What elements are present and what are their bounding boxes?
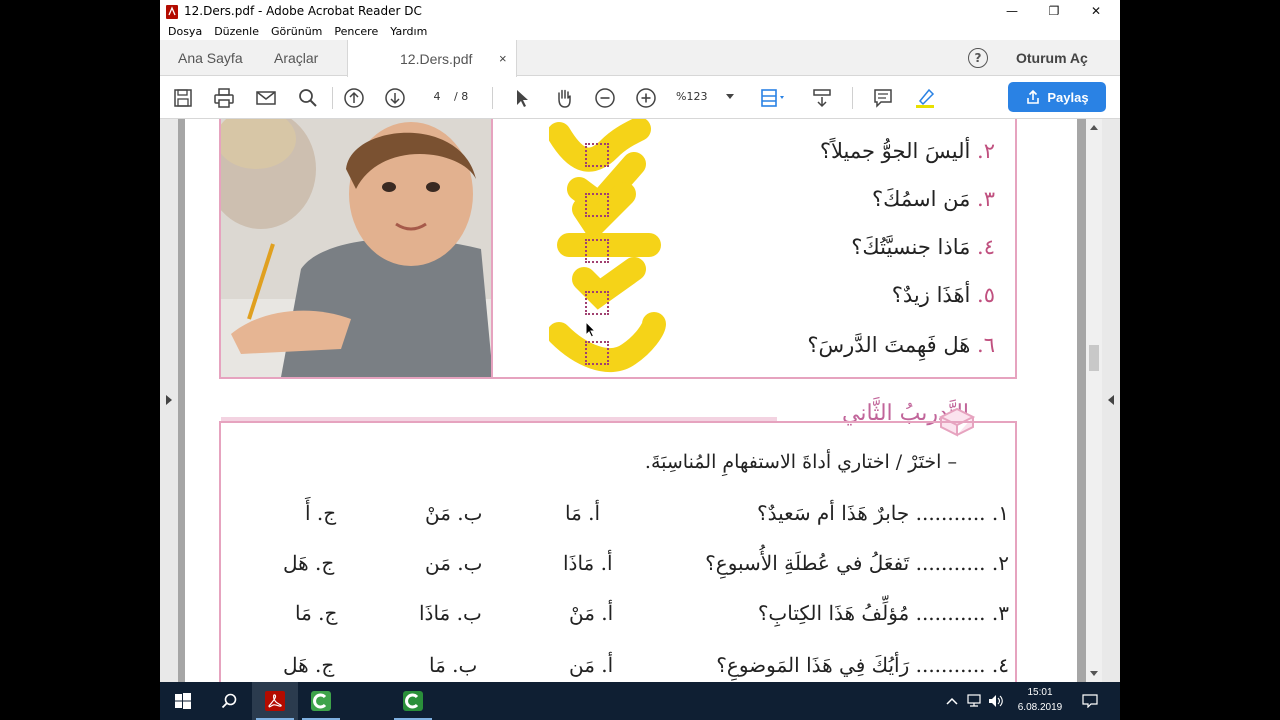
exercise2-instruction: – اختَرْ / اختاري أداةَ الاستفهامِ المُن… (644, 451, 957, 473)
chevron-up-icon[interactable] (944, 693, 960, 709)
toolbar: 4 / 8 %123 Paylaş (160, 77, 1120, 119)
tab-bar: Ana Sayfa Araçlar 12.Ders.pdf × ? Oturum… (160, 40, 1120, 77)
system-clock[interactable]: 15:01 6.08.2019 (1014, 685, 1066, 715)
tab-document[interactable]: 12.Ders.pdf × (347, 40, 517, 77)
vertical-scrollbar[interactable] (1086, 119, 1102, 682)
option-c: ج. هَل (283, 551, 335, 575)
taskbar: 15:01 6.08.2019 (160, 682, 1120, 720)
exercise2-question: ٢. ........... تَفعَلُ في عُطلَةِ الأُسب… (705, 551, 1009, 575)
window-title: 12.Ders.pdf - Adobe Acrobat Reader DC (184, 4, 422, 18)
left-pane-toggle[interactable] (160, 119, 178, 682)
clock-date: 6.08.2019 (1017, 702, 1063, 713)
camtasia-recorder-icon[interactable] (390, 682, 436, 720)
question-line: ٤. مَاذا جنسيَّتُكَ؟ (851, 235, 995, 259)
sign-in-button[interactable]: Oturum Aç (1016, 40, 1088, 76)
right-pane-toggle[interactable] (1102, 119, 1120, 682)
answer-checkbox[interactable] (585, 341, 609, 365)
option-c: ج. مَا (295, 601, 338, 625)
share-label: Paylaş (1047, 89, 1089, 105)
zoom-out-icon[interactable] (593, 86, 617, 110)
menu-edit[interactable]: Düzenle (214, 25, 259, 38)
tab-close-button[interactable]: × (499, 51, 507, 66)
toolbar-separator (852, 87, 853, 109)
option-b: ب. مَن (425, 551, 483, 575)
pdf-page: ٢. أليسَ الجوُّ جميلاً؟ ٣. مَن اسمُكَ؟ ٤… (185, 119, 1077, 682)
share-button[interactable]: Paylaş (1008, 82, 1106, 112)
answer-checkbox[interactable] (585, 239, 609, 263)
mail-icon[interactable] (254, 86, 278, 110)
highlight-icon[interactable] (913, 86, 937, 110)
tab-tools[interactable]: Araçlar (274, 40, 318, 76)
select-icon[interactable] (510, 86, 534, 110)
print-icon[interactable] (212, 86, 236, 110)
save-icon[interactable] (171, 86, 195, 110)
menu-window[interactable]: Pencere (334, 25, 378, 38)
notifications-icon[interactable] (1082, 693, 1098, 709)
question-line: ٣. مَن اسمُكَ؟ (872, 187, 995, 211)
screen: 12.Ders.pdf - Adobe Acrobat Reader DC — … (160, 0, 1120, 720)
close-window-button[interactable]: ✕ (1074, 0, 1118, 22)
menu-bar: Dosya Düzenle Görünüm Pencere Yardım (160, 22, 1120, 40)
help-icon[interactable]: ? (968, 48, 988, 68)
menu-view[interactable]: Görünüm (271, 25, 322, 38)
volume-icon[interactable] (988, 693, 1004, 709)
scroll-down-icon[interactable] (1090, 671, 1098, 676)
option-c: ج. أَ (305, 501, 337, 525)
tab-document-label: 12.Ders.pdf (400, 50, 473, 67)
scroll-up-icon[interactable] (1090, 125, 1098, 130)
comment-icon[interactable] (871, 86, 895, 110)
toolbar-separator (332, 87, 333, 109)
option-a: أ. مَن (569, 653, 614, 677)
minimize-button[interactable]: — (990, 0, 1034, 22)
answer-checkbox[interactable] (585, 291, 609, 315)
search-icon[interactable] (296, 86, 320, 110)
answer-checkbox[interactable] (585, 193, 609, 217)
network-icon[interactable] (966, 693, 982, 709)
option-a: أ. مَاذَا (563, 551, 613, 575)
page-up-icon[interactable] (342, 86, 366, 110)
mouse-cursor-icon (585, 321, 597, 338)
acrobat-app-icon (166, 4, 178, 19)
question-line: ٢. أليسَ الجوُّ جميلاً؟ (819, 139, 995, 163)
exercise2-question: ٤. ........... رَأيُكَ فِي هَذَا المَوضو… (716, 653, 1009, 677)
exercise2-question: ٣. ........... مُؤلِّفُ هَذَا الكِتابِ؟ (757, 601, 1009, 625)
highlighter-marks (549, 119, 666, 373)
option-b: ب. مَنْ (425, 501, 483, 525)
option-b: ب. مَا (429, 653, 478, 677)
zoom-in-icon[interactable] (634, 86, 658, 110)
fit-page-icon[interactable] (758, 86, 790, 110)
windows-start-icon[interactable] (160, 682, 206, 720)
option-b: ب. مَاذَا (419, 601, 482, 625)
acrobat-icon[interactable] (252, 682, 298, 720)
page-number-input[interactable]: 4 (422, 86, 452, 108)
page-down-icon[interactable] (383, 86, 407, 110)
option-c: ج. هَل (283, 653, 335, 677)
title-bar: 12.Ders.pdf - Adobe Acrobat Reader DC — … (160, 0, 1120, 22)
expand-left-icon (1108, 395, 1114, 405)
scroll-mode-icon[interactable] (810, 86, 834, 110)
exercise2-question: ١. ........... جابرٌ هَذَا أم سَعيدٌ؟ (757, 501, 1009, 525)
search-icon[interactable] (206, 682, 252, 720)
student-photo (221, 119, 493, 377)
toolbar-separator (492, 87, 493, 109)
menu-file[interactable]: Dosya (168, 25, 202, 38)
tab-home[interactable]: Ana Sayfa (178, 40, 243, 76)
menu-help[interactable]: Yardım (390, 25, 427, 38)
chevron-down-icon[interactable] (726, 94, 734, 99)
share-icon (1027, 89, 1040, 104)
camtasia-icon[interactable] (298, 682, 344, 720)
restore-button[interactable]: ❐ (1032, 0, 1076, 22)
question-line: ٥. أهَذَا زيدٌ؟ (891, 283, 995, 307)
page-count: / 8 (454, 90, 469, 103)
scroll-thumb[interactable] (1089, 345, 1099, 371)
zoom-value: %123 (676, 90, 708, 103)
option-a: أ. مَنْ (569, 601, 614, 625)
answer-checkbox[interactable] (585, 143, 609, 167)
clock-time: 15:01 (1027, 687, 1053, 698)
document-area: ٢. أليسَ الجوُّ جميلاً؟ ٣. مَن اسمُكَ؟ ٤… (160, 119, 1120, 682)
question-line: ٦. هَل فَهِمتَ الدَّرسَ؟ (807, 333, 995, 357)
option-a: أ. مَا (565, 501, 601, 525)
hand-icon[interactable] (552, 86, 576, 110)
expand-right-icon (166, 395, 172, 405)
